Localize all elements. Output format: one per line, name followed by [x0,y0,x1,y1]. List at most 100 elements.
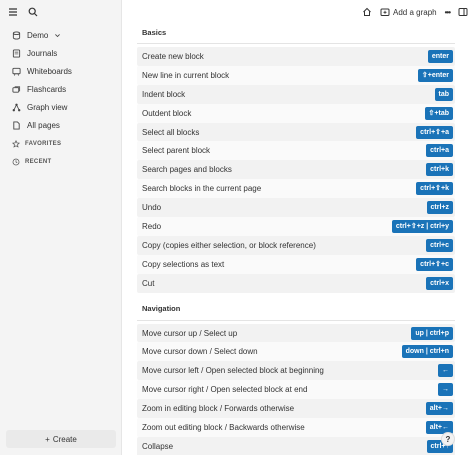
favorites-section[interactable]: FAVORITES [0,135,121,153]
graph-name: Demo [27,30,49,40]
divider [137,319,455,321]
shortcut-row[interactable]: Copy (copies either selection, or block … [137,235,455,255]
sidebar-item-all-pages[interactable]: All pages [0,116,121,134]
sidebar-item-label: Whiteboards [27,66,72,76]
shortcut-row[interactable]: Move cursor left / Open selected block a… [137,361,455,381]
menu-icon[interactable] [6,5,20,19]
shortcut-label: Copy selections as text [142,259,225,269]
shortcut-label: Move cursor right / Open selected block … [142,385,308,395]
add-graph-label: Add a graph [393,7,437,17]
shortcut-row[interactable]: New line in current block ⇧+enter [137,65,455,85]
shortcut-key-badge[interactable]: ctrl+⇧+k [416,182,453,196]
shortcut-row[interactable]: Cut ctrl+x [137,273,455,293]
shortcut-key-badge[interactable]: ctrl+x [426,276,453,290]
sidebar-item-label: Flashcards [27,84,67,94]
shortcut-key-badge[interactable]: up | ctrl+p [411,326,453,340]
help-icon: ? [445,434,451,444]
favorites-label: FAVORITES [25,141,62,147]
shortcut-label: Zoom in editing block / Forwards otherwi… [142,404,295,414]
flashcards-icon [12,85,21,93]
shortcut-key-badge[interactable]: ctrl+z [426,201,453,215]
create-label: Create [52,434,77,444]
shortcut-label: Select all blocks [142,127,200,137]
help-button[interactable]: ? [441,432,455,446]
star-icon [12,140,20,148]
sidebar-right-icon [458,8,468,16]
shortcut-row[interactable]: Copy selections as text ctrl+⇧+c [137,254,455,274]
basics-section-title: Basics [142,27,167,37]
shortcut-row[interactable]: Zoom in editing block / Forwards otherwi… [137,399,455,419]
graph-selector[interactable]: Demo [0,26,121,44]
sidebar-item-whiteboards[interactable]: Whiteboards [0,62,121,80]
sidebar-top-bar [0,0,121,24]
shortcut-label: Move cursor left / Open selected block a… [142,366,324,376]
add-graph-button[interactable]: Add a graph [380,7,437,17]
clock-icon [12,158,20,166]
shortcut-key-badge[interactable]: ctrl+k [426,163,453,177]
shortcut-row[interactable]: Move cursor down / Select down down | ctr… [137,342,455,362]
divider [137,43,455,44]
shortcut-key-badge[interactable]: ctrl+c [426,238,453,252]
shortcut-key-badge[interactable]: ctrl+a [426,144,453,158]
shortcut-label: Undo [142,203,162,213]
shortcut-key-badge[interactable]: alt+→ [425,402,453,416]
shortcut-key-badge[interactable]: ctrl+⇧+a [416,125,453,139]
database-icon [12,30,21,40]
shortcut-row[interactable]: Move cursor up / Select up up | ctrl+p [137,323,455,343]
shortcut-row[interactable]: Collapse ctrl+↑ [137,436,455,455]
create-button[interactable]: + Create [6,430,116,448]
shortcut-key-badge[interactable]: ← [438,364,453,378]
shortcut-row[interactable]: Search pages and blocks ctrl+k [137,160,455,180]
calendar-icon [12,48,21,58]
home-button[interactable] [362,7,372,17]
shortcut-label: Search pages and blocks [142,165,232,175]
sidebar-item-journals[interactable]: Journals [0,44,121,62]
more-icon: ••• [444,7,451,17]
shortcut-key-badge[interactable]: → [438,383,453,397]
shortcut-key-badge[interactable]: ctrl+⇧+c [416,257,453,271]
chevron-down-icon [55,33,61,37]
shortcut-row[interactable]: Move cursor right / Open selected block … [137,380,455,400]
sidebar-item-label: All pages [27,120,60,130]
shortcut-key-badge[interactable]: down | ctrl+n [401,345,453,359]
shortcut-row[interactable]: Outdent block ⇧+tab [137,103,455,123]
shortcut-row[interactable]: Search blocks in the current page ctrl+⇧+… [137,179,455,199]
shortcut-row[interactable]: Redo ctrl+⇧+z | ctrl+y [137,217,455,236]
shortcut-label: Copy (copies either selection, or block … [142,240,316,250]
more-options-button[interactable]: ••• [444,7,451,17]
recent-section[interactable]: RECENT [0,153,121,171]
shortcut-row[interactable]: Indent block tab [137,84,455,104]
whiteboard-icon [12,67,21,76]
top-bar: Add a graph ••• [122,0,474,24]
folder-plus-icon [380,8,390,16]
basics-list: Create new block enter New line in current… [137,47,455,293]
shortcut-label: Move cursor up / Select up [142,328,238,338]
pages-icon [13,120,20,130]
shortcut-label: Redo [142,221,162,231]
shortcut-key-badge[interactable]: ⇧+tab [424,106,453,120]
graph-icon [12,103,21,111]
shortcut-label: Search blocks in the current page [142,184,262,194]
shortcut-label: Indent block [142,89,186,99]
sidebar-item-graph-view[interactable]: Graph view [0,98,121,116]
search-icon[interactable] [26,5,40,19]
shortcut-row[interactable]: Select parent block ctrl+a [137,141,455,161]
sidebar-item-label: Graph view [27,102,68,112]
toggle-right-sidebar-button[interactable] [458,7,468,17]
shortcut-key-badge[interactable]: ctrl+⇧+z | ctrl+y [391,219,453,233]
shortcut-row[interactable]: Select all blocks ctrl+⇧+a [137,122,455,142]
shortcut-key-badge[interactable]: tab [434,87,453,101]
sidebar-item-flashcards[interactable]: Flashcards [0,80,121,98]
shortcut-key-badge[interactable]: ⇧+enter [417,68,453,82]
shortcut-label: Outdent block [142,108,192,118]
sidebar-item-label: Journals [27,48,58,58]
shortcut-label: Move cursor down / Select down [142,347,258,357]
shortcut-label: Collapse [142,441,174,451]
shortcut-row[interactable]: Zoom out editing block / Backwards other… [137,418,455,437]
shortcut-row[interactable]: Create new block enter [137,47,455,66]
left-sidebar: Demo Journals Whiteboards Flashcards Gra… [0,0,122,455]
shortcut-key-badge[interactable]: enter [427,49,453,63]
shortcut-label: Zoom out editing block / Backwards other… [142,422,305,432]
shortcut-row[interactable]: Undo ctrl+z [137,198,455,218]
plus-icon: + [45,434,50,444]
